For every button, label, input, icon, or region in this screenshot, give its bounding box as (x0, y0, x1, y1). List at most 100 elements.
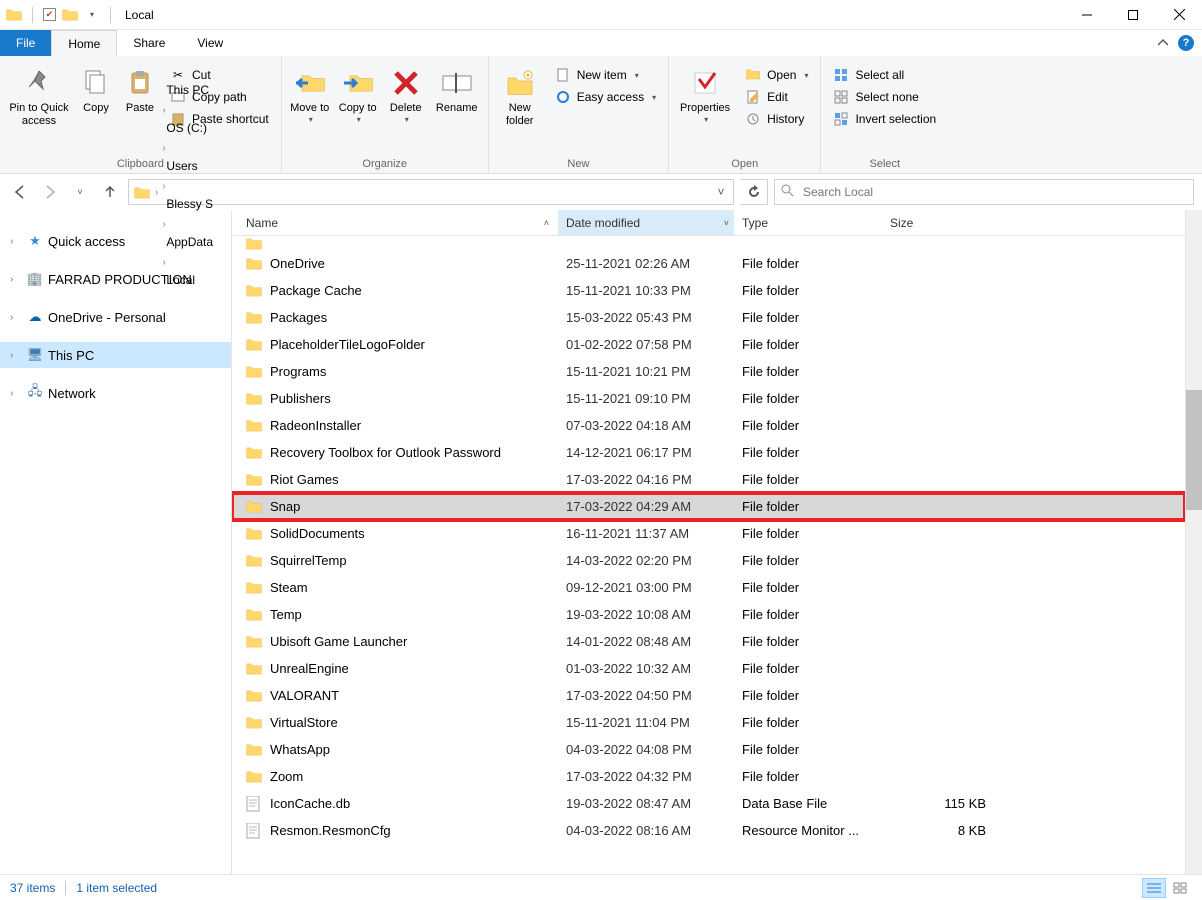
delete-icon (389, 66, 423, 100)
file-row[interactable]: Resmon.ResmonCfg04-03-2022 08:16 AMResou… (232, 817, 1185, 844)
easy-access-button[interactable]: Easy access▾ (551, 86, 660, 108)
file-row[interactable]: Package Cache15-11-2021 10:33 PMFile fol… (232, 277, 1185, 304)
invert-selection-button[interactable]: Invert selection (829, 108, 940, 130)
tab-file[interactable]: File (0, 30, 51, 56)
file-name: Snap (270, 499, 300, 514)
qat-dropdown-icon[interactable]: ▾ (84, 7, 100, 23)
move-to-button[interactable]: Move to▾ (286, 62, 334, 134)
nav-network[interactable]: ›🖧Network (0, 380, 231, 406)
file-date: 17-03-2022 04:32 PM (558, 769, 734, 784)
open-icon (745, 67, 761, 83)
up-button[interactable] (98, 180, 122, 204)
help-button[interactable]: ? (1178, 35, 1194, 51)
file-type: File folder (734, 526, 882, 541)
nav-onedrive[interactable]: ›☁OneDrive - Personal (0, 304, 231, 330)
folder-icon (246, 553, 262, 569)
open-button[interactable]: Open▾ (741, 64, 812, 86)
recent-locations-button[interactable]: ˅ (68, 180, 92, 204)
collapse-ribbon-button[interactable] (1156, 36, 1170, 50)
file-row[interactable]: Packages15-03-2022 05:43 PMFile folder (232, 304, 1185, 331)
file-row[interactable]: VirtualStore15-11-2021 11:04 PMFile fold… (232, 709, 1185, 736)
pin-quick-access-button[interactable]: Pin to Quick access (4, 62, 74, 134)
properties-button[interactable]: Properties▾ (673, 62, 737, 134)
forward-button[interactable] (38, 180, 62, 204)
nav-farrad[interactable]: ›🏢FARRAD PRODUCTION (0, 266, 231, 292)
search-box[interactable]: Search Local (774, 179, 1194, 205)
paste-button[interactable]: Paste (118, 62, 162, 134)
file-row[interactable]: WhatsApp04-03-2022 04:08 PMFile folder (232, 736, 1185, 763)
easy-access-icon (555, 89, 571, 105)
breadcrumb-bar[interactable]: › This PC›OS (C:)›Users›Blessy S›AppData… (128, 179, 734, 205)
file-row[interactable]: SquirrelTemp14-03-2022 02:20 PMFile fold… (232, 547, 1185, 574)
select-all-button[interactable]: Select all (829, 64, 940, 86)
file-name: Resmon.ResmonCfg (270, 823, 391, 838)
close-button[interactable] (1156, 0, 1202, 30)
copy-button[interactable]: Copy (74, 62, 118, 134)
back-button[interactable] (8, 180, 32, 204)
copy-to-button[interactable]: Copy to▾ (334, 62, 382, 134)
address-bar: ˅ › This PC›OS (C:)›Users›Blessy S›AppDa… (0, 174, 1202, 210)
file-row[interactable]: Publishers15-11-2021 09:10 PMFile folder (232, 385, 1185, 412)
folder-icon (246, 661, 262, 677)
file-name: Temp (270, 607, 302, 622)
vertical-scrollbar[interactable] (1185, 210, 1202, 874)
select-all-icon (833, 67, 849, 83)
details-view-button[interactable] (1142, 878, 1166, 898)
tab-share[interactable]: Share (117, 30, 181, 56)
folder-icon (246, 580, 262, 596)
onedrive-icon: ☁ (26, 309, 44, 325)
thumbnails-view-button[interactable] (1168, 878, 1192, 898)
nav-quick-access[interactable]: ›★Quick access (0, 228, 231, 254)
column-type[interactable]: Type (734, 210, 882, 235)
file-icon (246, 823, 262, 839)
minimize-button[interactable] (1064, 0, 1110, 30)
new-folder-button[interactable]: ✦ New folder (493, 62, 547, 134)
file-row[interactable]: Riot Games17-03-2022 04:16 PMFile folder (232, 466, 1185, 493)
file-row[interactable]: RadeonInstaller07-03-2022 04:18 AMFile f… (232, 412, 1185, 439)
file-name: IconCache.db (270, 796, 350, 811)
this-pc-icon: 🖥 (26, 347, 44, 363)
file-row[interactable]: Steam09-12-2021 03:00 PMFile folder (232, 574, 1185, 601)
file-row[interactable]: Zoom17-03-2022 04:32 PMFile folder (232, 763, 1185, 790)
qat-checkbox-icon[interactable]: ✔ (43, 8, 56, 21)
new-item-button[interactable]: New item▾ (551, 64, 660, 86)
breadcrumb-segment[interactable]: This PC (160, 78, 219, 102)
file-row[interactable]: Programs15-11-2021 10:21 PMFile folder (232, 358, 1185, 385)
file-row[interactable]: OneDrive25-11-2021 02:26 AMFile folder (232, 250, 1185, 277)
column-name[interactable]: Name˄ (232, 210, 558, 235)
rename-button[interactable]: Rename (430, 62, 484, 134)
file-row[interactable]: Snap17-03-2022 04:29 AMFile folder (232, 493, 1185, 520)
select-none-button[interactable]: Select none (829, 86, 940, 108)
maximize-button[interactable] (1110, 0, 1156, 30)
scrollbar-thumb[interactable] (1186, 390, 1202, 510)
file-type: File folder (734, 499, 882, 514)
file-row[interactable]: VALORANT17-03-2022 04:50 PMFile folder (232, 682, 1185, 709)
address-dropdown-button[interactable]: ˅ (711, 185, 731, 199)
file-name: Ubisoft Game Launcher (270, 634, 407, 649)
file-date: 15-11-2021 09:10 PM (558, 391, 734, 406)
file-row[interactable]: SolidDocuments16-11-2021 11:37 AMFile fo… (232, 520, 1185, 547)
file-row[interactable]: Recovery Toolbox for Outlook Password14-… (232, 439, 1185, 466)
tab-view[interactable]: View (181, 30, 239, 56)
file-row[interactable]: IconCache.db19-03-2022 08:47 AMData Base… (232, 790, 1185, 817)
qat-folder-icon[interactable] (62, 7, 78, 23)
column-date[interactable]: Date modified˅ (558, 210, 734, 235)
refresh-button[interactable] (740, 179, 768, 205)
column-size[interactable]: Size (882, 210, 1002, 235)
tab-home[interactable]: Home (51, 30, 117, 56)
file-row[interactable]: Temp19-03-2022 10:08 AMFile folder (232, 601, 1185, 628)
history-button[interactable]: History (741, 108, 812, 130)
file-name: WhatsApp (270, 742, 330, 757)
file-date: 15-11-2021 11:04 PM (558, 715, 734, 730)
file-row[interactable] (232, 236, 1185, 250)
folder-icon (246, 526, 262, 542)
file-row[interactable]: PlaceholderTileLogoFolder01-02-2022 07:5… (232, 331, 1185, 358)
file-date: 16-11-2021 11:37 AM (558, 526, 734, 541)
delete-button[interactable]: Delete▾ (382, 62, 430, 134)
breadcrumb-segment[interactable]: OS (C:) (160, 116, 219, 140)
edit-button[interactable]: Edit (741, 86, 812, 108)
file-row[interactable]: Ubisoft Game Launcher14-01-2022 08:48 AM… (232, 628, 1185, 655)
breadcrumb-segment[interactable]: Users (160, 154, 219, 178)
file-row[interactable]: UnrealEngine01-03-2022 10:32 AMFile fold… (232, 655, 1185, 682)
nav-this-pc[interactable]: ›🖥This PC (0, 342, 231, 368)
